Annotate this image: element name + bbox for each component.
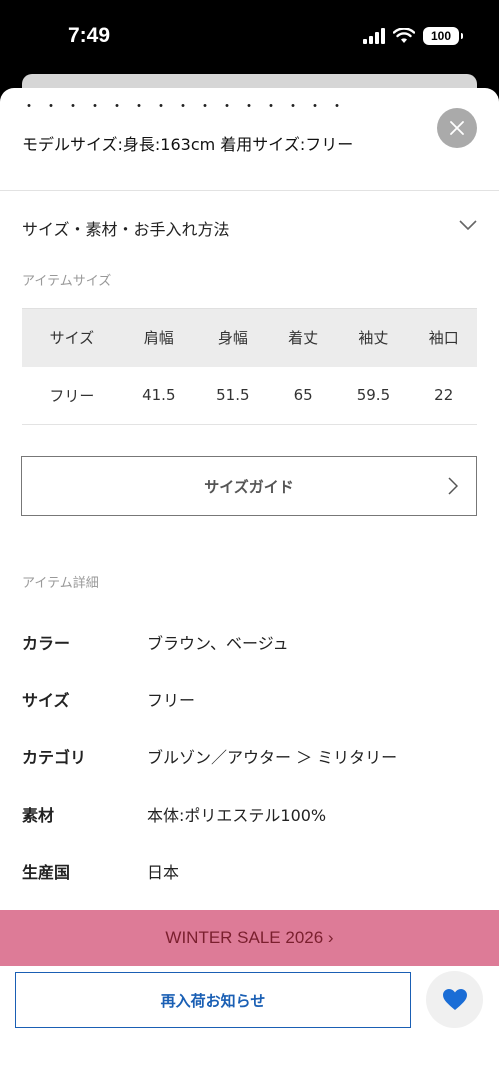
status-time: 7:49 bbox=[68, 24, 111, 47]
detail-value: フリー bbox=[147, 691, 196, 710]
chevron-right-icon bbox=[448, 477, 458, 495]
table-cell: フリー bbox=[22, 366, 122, 425]
table-header: 袖口 bbox=[410, 308, 477, 367]
table-cell: 22 bbox=[410, 366, 477, 425]
detail-key: サイズ bbox=[22, 691, 70, 710]
item-detail-label: アイテム詳細 bbox=[22, 576, 99, 591]
table-header: 着丈 bbox=[269, 308, 337, 367]
status-icons: 100 bbox=[363, 27, 463, 45]
table-cell: 41.5 bbox=[121, 366, 196, 425]
close-icon bbox=[450, 121, 464, 135]
table-cell: 51.5 bbox=[195, 366, 270, 425]
size-table: サイズ 肩幅 身幅 着丈 袖丈 袖口 フリー 41.5 51.5 65 59.5… bbox=[22, 308, 477, 425]
heart-icon bbox=[442, 989, 467, 1010]
battery-icon: 100 bbox=[423, 27, 463, 45]
detail-key: カラー bbox=[22, 634, 71, 653]
status-bar: 7:49 100 bbox=[0, 0, 499, 80]
favorite-button[interactable] bbox=[426, 971, 483, 1028]
size-guide-label: サイズガイド bbox=[204, 477, 294, 496]
signal-icon bbox=[363, 28, 385, 44]
table-row: フリー 41.5 51.5 65 59.5 22 bbox=[22, 366, 477, 425]
detail-key: カテゴリ bbox=[22, 748, 87, 767]
table-header: サイズ bbox=[22, 308, 122, 367]
table-header-row: サイズ 肩幅 身幅 着丈 袖丈 袖口 bbox=[22, 308, 477, 367]
detail-value: 本体:ポリエステル100% bbox=[147, 806, 327, 825]
table-header: 身幅 bbox=[195, 308, 270, 367]
detail-key: 生産国 bbox=[22, 863, 71, 882]
bottom-sheet: ・・・・・・・・・・・・・・・ モデルサイズ:身長:163cm 着用サイズ:フリ… bbox=[0, 88, 499, 1080]
close-button[interactable] bbox=[437, 108, 477, 148]
table-header: 袖丈 bbox=[336, 308, 411, 367]
detail-key: 素材 bbox=[22, 806, 55, 825]
model-size-info: モデルサイズ:身長:163cm 着用サイズ:フリー bbox=[22, 135, 354, 154]
category-link[interactable]: ブルゾン／アウター ＞ ミリタリー bbox=[147, 744, 397, 768]
table-header: 肩幅 bbox=[121, 308, 196, 367]
item-size-label: アイテムサイズ bbox=[22, 274, 112, 289]
divider bbox=[0, 190, 499, 191]
table-cell: 59.5 bbox=[336, 366, 411, 425]
sale-banner[interactable]: WINTER SALE 2026 › bbox=[0, 910, 499, 966]
wifi-icon bbox=[393, 28, 415, 43]
size-guide-button[interactable]: サイズガイド bbox=[21, 456, 477, 516]
restock-notify-label: 再入荷お知らせ bbox=[160, 991, 266, 1010]
sale-banner-text: WINTER SALE 2026 › bbox=[165, 928, 334, 947]
restock-notify-button[interactable]: 再入荷お知らせ bbox=[15, 972, 411, 1028]
detail-value: 日本 bbox=[147, 863, 180, 882]
detail-value: ブラウン、ベージュ bbox=[147, 634, 289, 653]
accordion-title[interactable]: サイズ・素材・お手入れ方法 bbox=[22, 216, 230, 240]
table-cell: 65 bbox=[269, 366, 337, 425]
dotted-line: ・・・・・・・・・・・・・・・ bbox=[22, 99, 352, 115]
chevron-down-icon[interactable] bbox=[459, 219, 477, 231]
battery-level: 100 bbox=[430, 29, 452, 43]
